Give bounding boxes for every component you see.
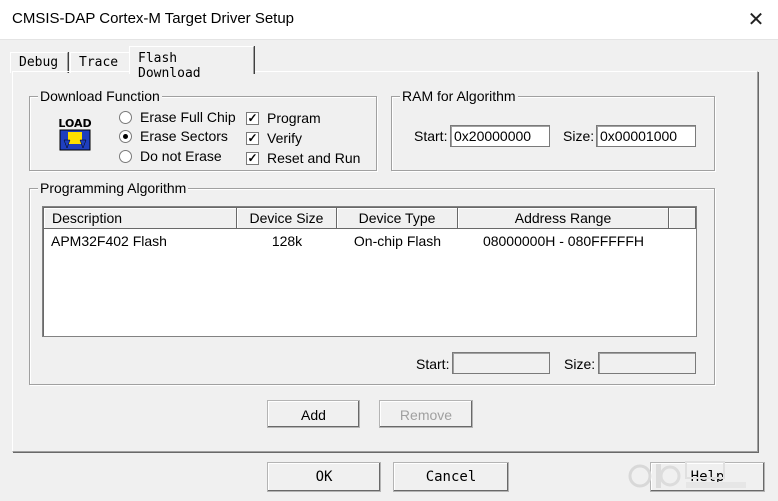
column-description[interactable]: Description — [44, 208, 237, 229]
cell-device-size: 128k — [271, 233, 303, 249]
tab-trace[interactable]: Trace — [70, 52, 134, 73]
cell-description: APM32F402 Flash — [51, 233, 167, 249]
table-row[interactable]: APM32F402 Flash 128k On-chip Flash 08000… — [44, 233, 696, 251]
tab-flash-download[interactable]: Flash Download — [129, 46, 254, 81]
column-filler — [669, 208, 696, 229]
check-icon[interactable]: ✓ — [246, 111, 259, 125]
column-device-size[interactable]: Device Size — [237, 208, 337, 229]
add-button[interactable]: Add — [267, 400, 360, 428]
verify-checkbox[interactable]: ✓ Verify — [246, 129, 302, 147]
erase-sectors-label: Erase Sectors — [140, 128, 228, 144]
algo-size-label: Size: — [564, 356, 596, 372]
verify-label: Verify — [267, 130, 303, 146]
cell-device-type: On-chip Flash — [353, 233, 442, 249]
ram-size-label: Size: — [563, 128, 595, 144]
erase-sectors-radio[interactable]: Erase Sectors — [119, 127, 228, 145]
program-checkbox[interactable]: ✓ Program — [246, 109, 321, 127]
ram-start-label: Start: — [414, 128, 448, 144]
tab-debug[interactable]: Debug — [10, 52, 68, 73]
ram-legend: RAM for Algorithm — [400, 88, 518, 104]
reset-and-run-checkbox[interactable]: ✓ Reset and Run — [246, 149, 360, 167]
download-function-legend: Download Function — [38, 88, 162, 104]
ram-start-field[interactable]: 0x20000000 — [450, 125, 550, 147]
erase-full-chip-label: Erase Full Chip — [140, 109, 236, 125]
reset-and-run-label: Reset and Run — [267, 150, 361, 166]
check-icon[interactable]: ✓ — [246, 131, 259, 145]
algo-start-field[interactable] — [452, 352, 550, 374]
program-label: Program — [267, 110, 321, 126]
load-icon-text: LOAD — [58, 117, 91, 130]
algo-size-field[interactable] — [598, 352, 696, 374]
ram-size-field[interactable]: 0x00001000 — [596, 125, 696, 147]
cell-address-range: 08000000H - 080FFFFFH — [482, 233, 645, 249]
radio-indicator[interactable] — [119, 110, 132, 124]
algo-start-label: Start: — [416, 356, 450, 372]
remove-button[interactable]: Remove — [379, 400, 473, 428]
svg-text:LOAD: LOAD — [58, 117, 91, 130]
cancel-button[interactable]: Cancel — [393, 462, 509, 492]
column-address-range[interactable]: Address Range — [458, 208, 669, 229]
close-icon[interactable]: ✕ — [742, 6, 770, 34]
load-icon: LOAD — [57, 115, 93, 151]
window-title: CMSIS-DAP Cortex-M Target Driver Setup — [12, 10, 295, 27]
watermark-logo — [628, 461, 746, 488]
radio-indicator[interactable] — [119, 129, 132, 143]
ok-button[interactable]: OK — [267, 462, 381, 492]
do-not-erase-label: Do not Erase — [140, 148, 222, 164]
check-icon[interactable]: ✓ — [246, 151, 259, 165]
do-not-erase-radio[interactable]: Do not Erase — [119, 147, 222, 165]
title-bar: CMSIS-DAP Cortex-M Target Driver Setup ✕ — [0, 0, 778, 40]
radio-indicator[interactable] — [119, 149, 132, 163]
erase-full-chip-radio[interactable]: Erase Full Chip — [119, 108, 236, 126]
algorithm-list[interactable]: Description Device Size Device Type Addr… — [42, 206, 697, 337]
list-header: Description Device Size Device Type Addr… — [44, 208, 696, 229]
programming-algorithm-legend: Programming Algorithm — [38, 180, 189, 196]
column-device-type[interactable]: Device Type — [337, 208, 458, 229]
